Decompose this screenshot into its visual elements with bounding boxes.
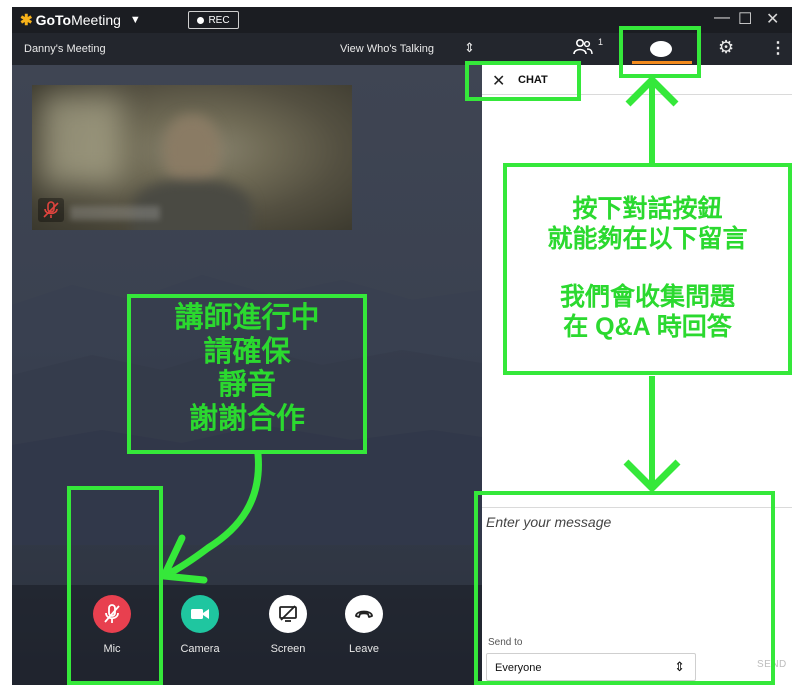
highlight-chat-button (619, 26, 701, 78)
meeting-name: Danny's Meeting (24, 43, 106, 55)
video-background (42, 95, 122, 185)
close-window-button[interactable]: ✕ (766, 9, 779, 29)
record-dot-icon (197, 16, 205, 24)
highlight-mic-button (67, 486, 163, 685)
camera-icon (181, 595, 219, 633)
updown-chevron-icon[interactable]: ⇕ (464, 40, 475, 56)
mic-muted-icon (38, 198, 64, 222)
attendee-count: 1 (598, 37, 604, 47)
screen-share-button[interactable]: Screen (258, 595, 318, 655)
record-label: REC (208, 14, 230, 26)
camera-label: Camera (180, 643, 220, 655)
leave-button[interactable]: Leave (334, 595, 394, 655)
camera-button[interactable]: Camera (170, 595, 230, 655)
participant-name-blurred (70, 206, 160, 220)
app-menu[interactable]: ✱ GoToMeeting ▼ (20, 11, 141, 29)
highlight-message-area (474, 491, 775, 685)
leave-label: Leave (349, 643, 379, 655)
minimize-button[interactable]: — (714, 9, 730, 27)
more-options-icon[interactable]: ⋮ (770, 38, 786, 58)
mute-instruction-note: 講師進行中 請確保 靜音 謝謝合作 (127, 294, 367, 454)
chat-instruction-text: 按下對話按鈕 就能夠在以下留言 我們會收集問題 在 Q&A 時回答 (547, 195, 748, 341)
phone-hangup-icon (345, 595, 383, 633)
chat-instruction-note: 按下對話按鈕 就能夠在以下留言 我們會收集問題 在 Q&A 時回答 (503, 163, 792, 375)
participant-face (164, 115, 220, 187)
mute-instruction-text: 講師進行中 請確保 靜音 謝謝合作 (174, 302, 320, 435)
participant-body (132, 180, 252, 230)
caret-down-icon: ▼ (129, 14, 141, 26)
screen-label: Screen (270, 643, 306, 655)
screen-share-off-icon (269, 595, 307, 633)
gotomeeting-logo-icon: ✱ (20, 12, 33, 29)
attendees-icon[interactable] (572, 38, 594, 61)
maximize-button[interactable]: ☐ (738, 9, 752, 29)
record-button[interactable]: REC (188, 11, 239, 29)
brand-name: GoToMeeting (35, 12, 121, 28)
highlight-chat-title (465, 61, 581, 101)
view-mode-selector[interactable]: View Who's Talking (340, 43, 434, 55)
participant-video-tile[interactable] (32, 85, 352, 230)
settings-gear-icon[interactable]: ⚙ (718, 37, 734, 58)
